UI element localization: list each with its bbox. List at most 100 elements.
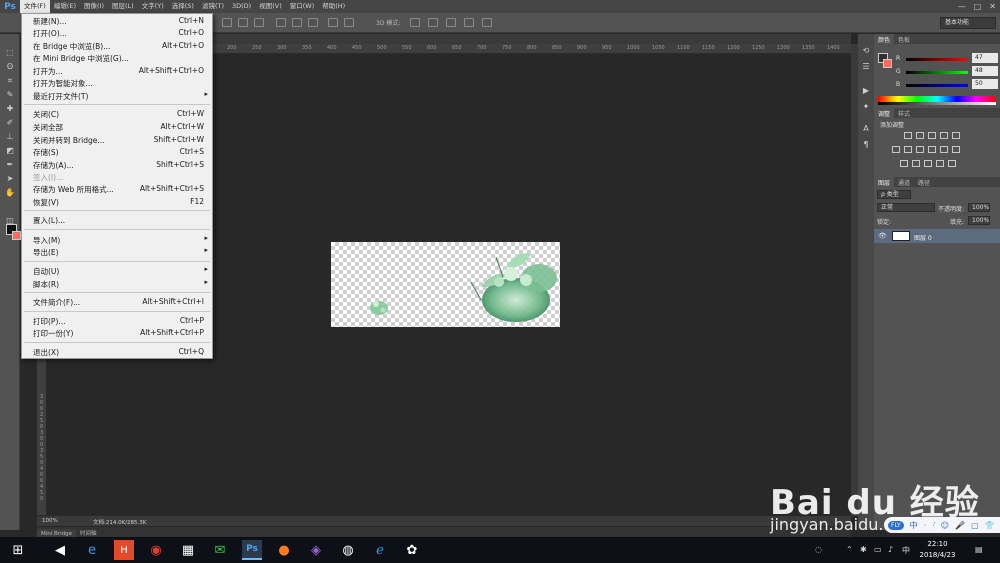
visibility-eye-icon[interactable]: 👁 bbox=[878, 232, 887, 240]
menu-item-exit[interactable]: 退出(X) Ctrl+Q bbox=[22, 346, 212, 358]
gradient-map-icon[interactable] bbox=[936, 160, 944, 167]
hue-sat-icon[interactable] bbox=[892, 146, 900, 153]
vertical-scrollbar[interactable] bbox=[851, 44, 858, 516]
photoshop-taskbar-icon[interactable]: Ps bbox=[242, 540, 262, 560]
distribute-center-icon[interactable] bbox=[344, 18, 354, 27]
tab-adjustments[interactable]: 调整 bbox=[874, 108, 895, 118]
menu-item-close-go-bridge[interactable]: 关闭并转到 Bridge... Shift+Ctrl+W bbox=[22, 134, 212, 146]
tray-bluetooth-icon[interactable]: ✱ bbox=[860, 545, 867, 554]
blend-mode-select[interactable]: 正常 bbox=[877, 203, 935, 212]
menu-item-save[interactable]: 存储(S) Ctrl+S bbox=[22, 146, 212, 158]
menu-layer[interactable]: 图层(L) bbox=[108, 0, 138, 13]
red-slider[interactable]: R 47 bbox=[896, 53, 998, 63]
firefox-icon[interactable]: ● bbox=[274, 540, 294, 560]
stamp-tool-icon[interactable]: ⊥ bbox=[5, 132, 15, 141]
align-bottom-icon[interactable] bbox=[254, 18, 264, 27]
distribute-left-icon[interactable] bbox=[328, 18, 338, 27]
ime-voice-icon[interactable]: 🎤 bbox=[955, 521, 965, 530]
ime-emoji-icon[interactable]: ☺ bbox=[941, 521, 949, 530]
menu-help[interactable]: 帮助(H) bbox=[318, 0, 349, 13]
ime-halfwidth[interactable]: ·̕ bbox=[932, 521, 935, 530]
tab-swatches[interactable]: 色板 bbox=[894, 34, 914, 44]
lasso-tool-icon[interactable]: ʘ bbox=[5, 62, 15, 71]
channel-mixer-icon[interactable] bbox=[940, 146, 948, 153]
hand-tool-icon[interactable]: ✋ bbox=[5, 188, 15, 197]
vs-purple-icon[interactable]: ◈ bbox=[306, 540, 326, 560]
photo-filter-icon[interactable] bbox=[928, 146, 936, 153]
notification-icon[interactable]: ▤ bbox=[975, 545, 983, 554]
tray-up-arrow-icon[interactable]: ⌃ bbox=[846, 545, 853, 554]
maximize-button[interactable]: □ bbox=[974, 2, 982, 11]
zoom-level[interactable]: 100% bbox=[42, 518, 58, 524]
levels-icon[interactable] bbox=[916, 132, 924, 139]
document-canvas[interactable] bbox=[331, 242, 560, 327]
menu-item-save-as[interactable]: 存储为(A)... Shift+Ctrl+S bbox=[22, 159, 212, 171]
green-slider[interactable]: G 48 bbox=[896, 66, 998, 76]
close-button[interactable]: ✕ bbox=[989, 2, 996, 11]
menu-item-save-for-web[interactable]: 存储为 Web 所用格式... Alt+Shift+Ctrl+S bbox=[22, 183, 212, 195]
menu-item-open[interactable]: 打开(O)... Ctrl+O bbox=[22, 27, 212, 39]
exposure-icon[interactable] bbox=[940, 132, 948, 139]
red-value-field[interactable]: 47 bbox=[972, 53, 998, 63]
minimize-button[interactable]: — bbox=[958, 2, 966, 11]
brightness-icon[interactable] bbox=[904, 132, 912, 139]
color-lookup-icon[interactable] bbox=[952, 146, 960, 153]
document-info[interactable]: 文档:214.0K/285.3K bbox=[93, 518, 146, 526]
menu-type[interactable]: 文字(Y) bbox=[138, 0, 168, 13]
3d-scale-icon[interactable] bbox=[482, 18, 492, 27]
menu-view[interactable]: 视图(V) bbox=[255, 0, 286, 13]
layer-kind-filter[interactable]: ρ 类型 bbox=[877, 190, 911, 199]
healing-brush-icon[interactable]: ✚ bbox=[5, 104, 15, 113]
menu-item-place[interactable]: 置入(L)... bbox=[22, 214, 212, 226]
ime-chinese-mode[interactable]: 中 bbox=[910, 520, 918, 531]
threshold-icon[interactable] bbox=[924, 160, 932, 167]
layer-row[interactable]: 👁 图层 0 bbox=[874, 229, 1000, 243]
tray-ime-icon[interactable]: 中 bbox=[902, 545, 910, 556]
tab-styles[interactable]: 样式 bbox=[894, 108, 914, 118]
distribute-bottom-icon[interactable] bbox=[308, 18, 318, 27]
app-grid-icon[interactable]: ▦ bbox=[178, 540, 198, 560]
path-select-icon[interactable]: ➤ bbox=[5, 174, 15, 183]
3d-roll-icon[interactable] bbox=[428, 18, 438, 27]
menu-item-browse-bridge[interactable]: 在 Bridge 中浏览(B)... Alt+Ctrl+O bbox=[22, 40, 212, 52]
3d-pan-icon[interactable] bbox=[446, 18, 456, 27]
history-icon[interactable]: ⟲ bbox=[861, 46, 871, 56]
menu-select[interactable]: 选择(S) bbox=[168, 0, 198, 13]
red-track[interactable] bbox=[906, 58, 968, 61]
tab-layers[interactable]: 图层 bbox=[874, 177, 895, 187]
fill-field[interactable]: 100% bbox=[968, 216, 990, 225]
3d-slide-icon[interactable] bbox=[464, 18, 474, 27]
tab-paths[interactable]: 路径 bbox=[914, 177, 934, 187]
menu-image[interactable]: 图像(I) bbox=[80, 0, 108, 13]
menu-edit[interactable]: 编辑(E) bbox=[50, 0, 80, 13]
distribute-top-icon[interactable] bbox=[276, 18, 286, 27]
menu-item-revert[interactable]: 恢复(V) F12 bbox=[22, 196, 212, 208]
actions-icon[interactable]: ▶ bbox=[861, 86, 871, 96]
menu-item-close[interactable]: 关闭(C) Ctrl+W bbox=[22, 108, 212, 120]
color-background-chip[interactable] bbox=[883, 59, 892, 68]
quick-mask-icon[interactable]: ◫ bbox=[5, 216, 15, 225]
selective-color-icon[interactable] bbox=[948, 160, 956, 167]
eyedropper-tool-icon[interactable]: ✎ bbox=[5, 90, 15, 99]
tab-color[interactable]: 颜色 bbox=[874, 34, 895, 44]
curves-icon[interactable] bbox=[928, 132, 936, 139]
paragraph-icon[interactable]: ¶ bbox=[861, 140, 871, 150]
properties-icon[interactable]: ☰ bbox=[861, 62, 871, 72]
menu-item-browse-mini-bridge[interactable]: 在 Mini Bridge 中浏览(G)... bbox=[22, 52, 212, 64]
crop-tool-icon[interactable]: ⌗ bbox=[5, 76, 15, 85]
menu-item-export[interactable]: 导出(E) ▸ bbox=[22, 246, 212, 258]
hbuilder-icon[interactable]: H bbox=[114, 540, 134, 560]
blue-track[interactable] bbox=[906, 84, 968, 87]
menu-item-recent-files[interactable]: 最近打开文件(T) ▸ bbox=[22, 90, 212, 102]
color-balance-icon[interactable] bbox=[904, 146, 912, 153]
ime-keyboard-icon[interactable]: ▢ bbox=[971, 521, 979, 530]
menu-filter[interactable]: 滤镜(T) bbox=[198, 0, 228, 13]
brush-tool-icon[interactable]: ✐ bbox=[5, 118, 15, 127]
menu-item-print[interactable]: 打印(P)... Ctrl+P bbox=[22, 315, 212, 327]
tray-network-icon[interactable]: ▭ bbox=[874, 545, 882, 554]
3d-rotate-icon[interactable] bbox=[410, 18, 420, 27]
brush-presets-icon[interactable]: ✦ bbox=[861, 102, 871, 112]
distribute-middle-icon[interactable] bbox=[292, 18, 302, 27]
menu-file[interactable]: 文件(F) bbox=[20, 0, 50, 13]
menu-item-import[interactable]: 导入(M) ▸ bbox=[22, 234, 212, 246]
